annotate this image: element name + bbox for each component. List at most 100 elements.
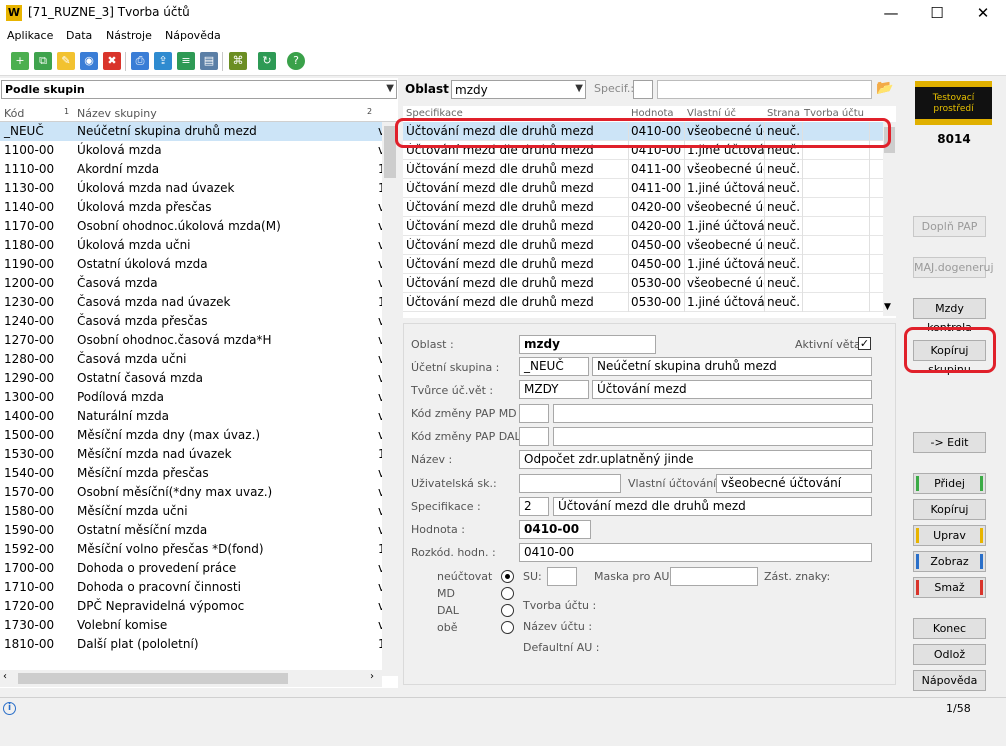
table-row[interactable]: 1400-00 Naturální mzda v bbox=[0, 407, 382, 426]
edit-button[interactable]: -> Edit bbox=[913, 432, 986, 453]
dopln-pap-button[interactable]: Doplň PAP bbox=[913, 216, 986, 237]
table-row[interactable]: 1280-00 Časová mzda učni v bbox=[0, 350, 382, 369]
new-icon[interactable]: + bbox=[11, 52, 29, 70]
odloz-button[interactable]: Odlož bbox=[913, 644, 986, 665]
table-row[interactable]: 1270-00 Osobní ohodnoc.časová mzda*H v bbox=[0, 331, 382, 350]
table-row[interactable]: 1200-00 Časová mzda v bbox=[0, 274, 382, 293]
delete-icon[interactable]: ✖ bbox=[103, 52, 121, 70]
vlastni-uctovani-field[interactable]: všeobecné účtování bbox=[716, 474, 872, 493]
table-row[interactable]: 1540-00 Měsíční mzda přesčas v bbox=[0, 464, 382, 483]
radio-neuctovat[interactable] bbox=[501, 570, 514, 583]
table-row[interactable]: 1290-00 Ostatní časová mzda v bbox=[0, 369, 382, 388]
kopiruj-button[interactable]: Kopíruj bbox=[913, 499, 986, 520]
uzivatelska-sk-field[interactable] bbox=[519, 474, 621, 493]
maximize-button[interactable]: ☐ bbox=[914, 0, 960, 26]
report-icon[interactable]: ▤ bbox=[200, 52, 218, 70]
table-row[interactable]: 1590-00 Ostatní měsíční mzda v bbox=[0, 521, 382, 540]
folder-open-icon[interactable]: 📂 bbox=[876, 80, 894, 98]
edit-icon[interactable]: ✎ bbox=[57, 52, 75, 70]
table-row[interactable]: 1592-00 Měsíční volno přesčas *D(fond) 1 bbox=[0, 540, 382, 559]
konec-button[interactable]: Konec bbox=[913, 618, 986, 639]
hodnota-field[interactable]: 0410-00 bbox=[519, 520, 591, 539]
info-icon[interactable]: i bbox=[3, 702, 16, 715]
refresh-icon[interactable]: ↻ bbox=[258, 52, 276, 70]
table-row[interactable]: 1180-00 Úkolová mzda učni v bbox=[0, 236, 382, 255]
table-row[interactable]: 1700-00 Dohoda o provedení práce v bbox=[0, 559, 382, 578]
smaz-button[interactable]: Smaž bbox=[913, 577, 986, 598]
table-row[interactable]: Účtování mezd dle druhů mezd 0530-00 všeob… bbox=[403, 274, 883, 293]
aktivni-veta-checkbox[interactable]: ✓ bbox=[858, 337, 871, 350]
menu-napoveda[interactable]: Nápověda bbox=[165, 29, 221, 42]
table-row[interactable]: 1530-00 Měsíční mzda nad úvazek 1 bbox=[0, 445, 382, 464]
table-row[interactable]: 1300-00 Podílová mzda v bbox=[0, 388, 382, 407]
table-row[interactable]: 1730-00 Volební komise v bbox=[0, 616, 382, 635]
list-icon[interactable]: ≡ bbox=[177, 52, 195, 70]
groups-horizontal-scrollbar[interactable]: ‹ › bbox=[0, 670, 382, 687]
scroll-down-icon[interactable]: ▼ bbox=[884, 302, 891, 312]
rozkod-field[interactable]: 0410-00 bbox=[519, 543, 872, 562]
maj-dogeneruj-button[interactable]: MAJ.dogeneruj bbox=[913, 257, 994, 278]
kod-pap-dal-field[interactable] bbox=[519, 427, 549, 446]
specifikace-code-field[interactable]: 2 bbox=[519, 497, 549, 516]
group-mode-select[interactable]: Podle skupin ▼ bbox=[1, 80, 397, 99]
menu-data[interactable]: Data bbox=[66, 29, 92, 42]
radio-obe[interactable] bbox=[501, 621, 514, 634]
table-row[interactable]: 1810-00 Další plat (pololetní) 1 bbox=[0, 635, 382, 654]
kod-pap-dal-name-field[interactable] bbox=[553, 427, 873, 446]
menu-nastroje[interactable]: Nástroje bbox=[106, 29, 152, 42]
table-row[interactable]: 1720-00 DPČ Nepravidelná výpomoc v bbox=[0, 597, 382, 616]
table-row[interactable]: Účtování mezd dle druhů mezd 0420-00 1.jin… bbox=[403, 217, 883, 236]
nazev-field[interactable]: Odpočet zdr.uplatněný jinde bbox=[519, 450, 872, 469]
table-row[interactable]: Účtování mezd dle druhů mezd 0411-00 1.jin… bbox=[403, 179, 883, 198]
pridej-button[interactable]: Přidej bbox=[913, 473, 986, 494]
menu-aplikace[interactable]: Aplikace bbox=[7, 29, 53, 42]
oblast-filter-select[interactable]: mzdy ▼ bbox=[451, 80, 586, 99]
radio-md[interactable] bbox=[501, 587, 514, 600]
view-icon[interactable]: ◉ bbox=[80, 52, 98, 70]
tree-icon[interactable]: ⌘ bbox=[229, 52, 247, 70]
table-row[interactable]: _NEUČ Neúčetní skupina druhů mezd v bbox=[0, 122, 382, 141]
specif-name-input[interactable] bbox=[657, 80, 872, 99]
close-button[interactable]: ✕ bbox=[960, 0, 1006, 26]
table-row[interactable]: Účtování mezd dle druhů mezd 0450-00 1.jin… bbox=[403, 255, 883, 274]
table-row[interactable]: 1710-00 Dohoda o pracovní činnosti v bbox=[0, 578, 382, 597]
export-icon[interactable]: ⇪ bbox=[154, 52, 172, 70]
col-header-code[interactable]: Kód bbox=[4, 107, 24, 120]
zobraz-button[interactable]: Zobraz bbox=[913, 551, 986, 572]
ucetni-skupina-code-field[interactable]: _NEUČ bbox=[519, 357, 589, 376]
scroll-right-icon[interactable]: › bbox=[370, 671, 374, 682]
ucetni-skupina-name-field[interactable]: Neúčetní skupina druhů mezd bbox=[592, 357, 872, 376]
radio-dal[interactable] bbox=[501, 604, 514, 617]
copy-icon[interactable]: ⧉ bbox=[34, 52, 52, 70]
form-oblast-field[interactable]: mzdy bbox=[519, 335, 656, 354]
table-row[interactable]: 1570-00 Osobní měsíční(*dny max uvaz.) v bbox=[0, 483, 382, 502]
table-row[interactable]: 1130-00 Úkolová mzda nad úvazek 1 bbox=[0, 179, 382, 198]
print-icon[interactable]: ⎙ bbox=[131, 52, 149, 70]
kod-pap-md-field[interactable] bbox=[519, 404, 549, 423]
specifikace-name-field[interactable]: Účtování mezd dle druhů mezd bbox=[553, 497, 872, 516]
tvorce-code-field[interactable]: MZDY bbox=[519, 380, 589, 399]
table-row[interactable]: 1230-00 Časová mzda nad úvazek 1 bbox=[0, 293, 382, 312]
su-field[interactable] bbox=[547, 567, 577, 586]
scroll-left-icon[interactable]: ‹ bbox=[3, 671, 7, 682]
minimize-button[interactable]: — bbox=[868, 0, 914, 26]
uprav-button[interactable]: Uprav bbox=[913, 525, 986, 546]
table-row[interactable]: 1240-00 Časová mzda přesčas v bbox=[0, 312, 382, 331]
col-header-name[interactable]: Název skupiny bbox=[77, 107, 157, 120]
table-row[interactable]: 1110-00 Akordní mzda 1 bbox=[0, 160, 382, 179]
mzdy-kontrola-button[interactable]: Mzdy kontrola bbox=[913, 298, 986, 334]
kod-pap-md-name-field[interactable] bbox=[553, 404, 873, 423]
table-row[interactable]: 1170-00 Osobní ohodnoc.úkolová mzda(M) v bbox=[0, 217, 382, 236]
tvorce-name-field[interactable]: Účtování mezd bbox=[592, 380, 872, 399]
table-row[interactable]: 1190-00 Ostatní úkolová mzda v bbox=[0, 255, 382, 274]
table-row[interactable]: Účtování mezd dle druhů mezd 0420-00 všeob… bbox=[403, 198, 883, 217]
scrollbar-thumb[interactable] bbox=[18, 673, 288, 684]
napoveda-button[interactable]: Nápověda bbox=[913, 670, 986, 691]
accounts-vertical-scrollbar[interactable]: ▼ bbox=[883, 122, 896, 316]
table-row[interactable]: 1500-00 Měsíční mzda dny (max úvaz.) v bbox=[0, 426, 382, 445]
table-row[interactable]: 1580-00 Měsíční mzda učni v bbox=[0, 502, 382, 521]
help-icon[interactable]: ? bbox=[287, 52, 305, 70]
table-row[interactable]: 1140-00 Úkolová mzda přesčas v bbox=[0, 198, 382, 217]
table-row[interactable]: Účtování mezd dle druhů mezd 0450-00 všeob… bbox=[403, 236, 883, 255]
specif-code-input[interactable] bbox=[633, 80, 653, 99]
